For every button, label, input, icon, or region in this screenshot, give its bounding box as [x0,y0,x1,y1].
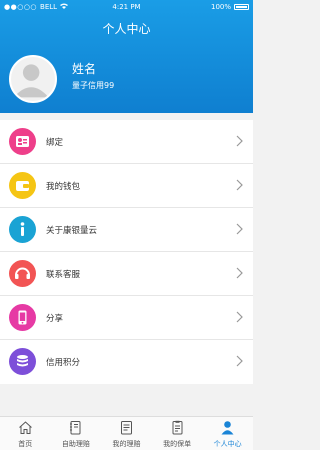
chevron-right-icon [236,311,243,323]
coins-icon [9,348,36,375]
chevron-right-icon [236,355,243,367]
battery-icon [234,4,249,10]
tab-bar: 首页 自助理赔 我的理赔 我的保单 个人中心 [0,416,253,450]
menu-label: 我的钱包 [46,182,81,192]
document-icon [120,421,132,435]
tab-self-claim[interactable]: 自助理赔 [51,417,102,450]
tab-my-policies[interactable]: 我的保单 [152,417,203,450]
chevron-right-icon [236,135,243,147]
tab-personal-center[interactable]: 个人中心 [202,417,253,450]
menu-label: 联系客服 [46,270,81,280]
chevron-right-icon [236,179,243,191]
menu-list: 绑定 我的钱包 关于康银量云 联系客服 分享 信用积分 [0,120,253,384]
tab-label: 首页 [18,440,33,448]
chevron-right-icon [236,223,243,235]
page-title: 个人中心 [102,22,151,36]
menu-item-about[interactable]: 关于康银量云 [0,208,253,252]
user-name: 姓名 [72,62,97,76]
avatar[interactable] [9,55,57,103]
tab-home[interactable]: 首页 [0,417,51,450]
credit-score: 量子信用99 [72,81,115,90]
policy-icon [172,420,183,435]
wallet-icon [9,172,36,199]
phone-icon [9,304,36,331]
battery-percent: 100% [210,3,231,11]
menu-label: 信用积分 [46,358,81,368]
tab-label: 自助理赔 [61,440,90,448]
status-bar: ●●○○○ BELL 4:21 PM 100% [0,0,253,14]
header: ●●○○○ BELL 4:21 PM 100% 个人中心 姓名 量子信用99 [0,0,253,113]
menu-label: 绑定 [46,138,64,148]
home-icon [18,421,32,434]
notebook-icon [70,421,81,435]
menu-item-wallet[interactable]: 我的钱包 [0,164,253,208]
menu-item-credit[interactable]: 信用积分 [0,340,253,384]
info-icon [9,216,36,243]
menu-item-share[interactable]: 分享 [0,296,253,340]
user-icon [221,421,234,435]
tab-label: 个人中心 [213,440,242,448]
tab-label: 我的理赔 [112,440,141,448]
bind-icon [9,128,36,155]
menu-label: 分享 [46,314,64,324]
menu-item-contact[interactable]: 联系客服 [0,252,253,296]
headset-icon [9,260,36,287]
menu-label: 关于康银量云 [46,226,98,236]
tab-label: 我的保单 [163,440,192,448]
tab-my-claims[interactable]: 我的理赔 [101,417,152,450]
chevron-right-icon [236,267,243,279]
menu-item-bind[interactable]: 绑定 [0,120,253,164]
